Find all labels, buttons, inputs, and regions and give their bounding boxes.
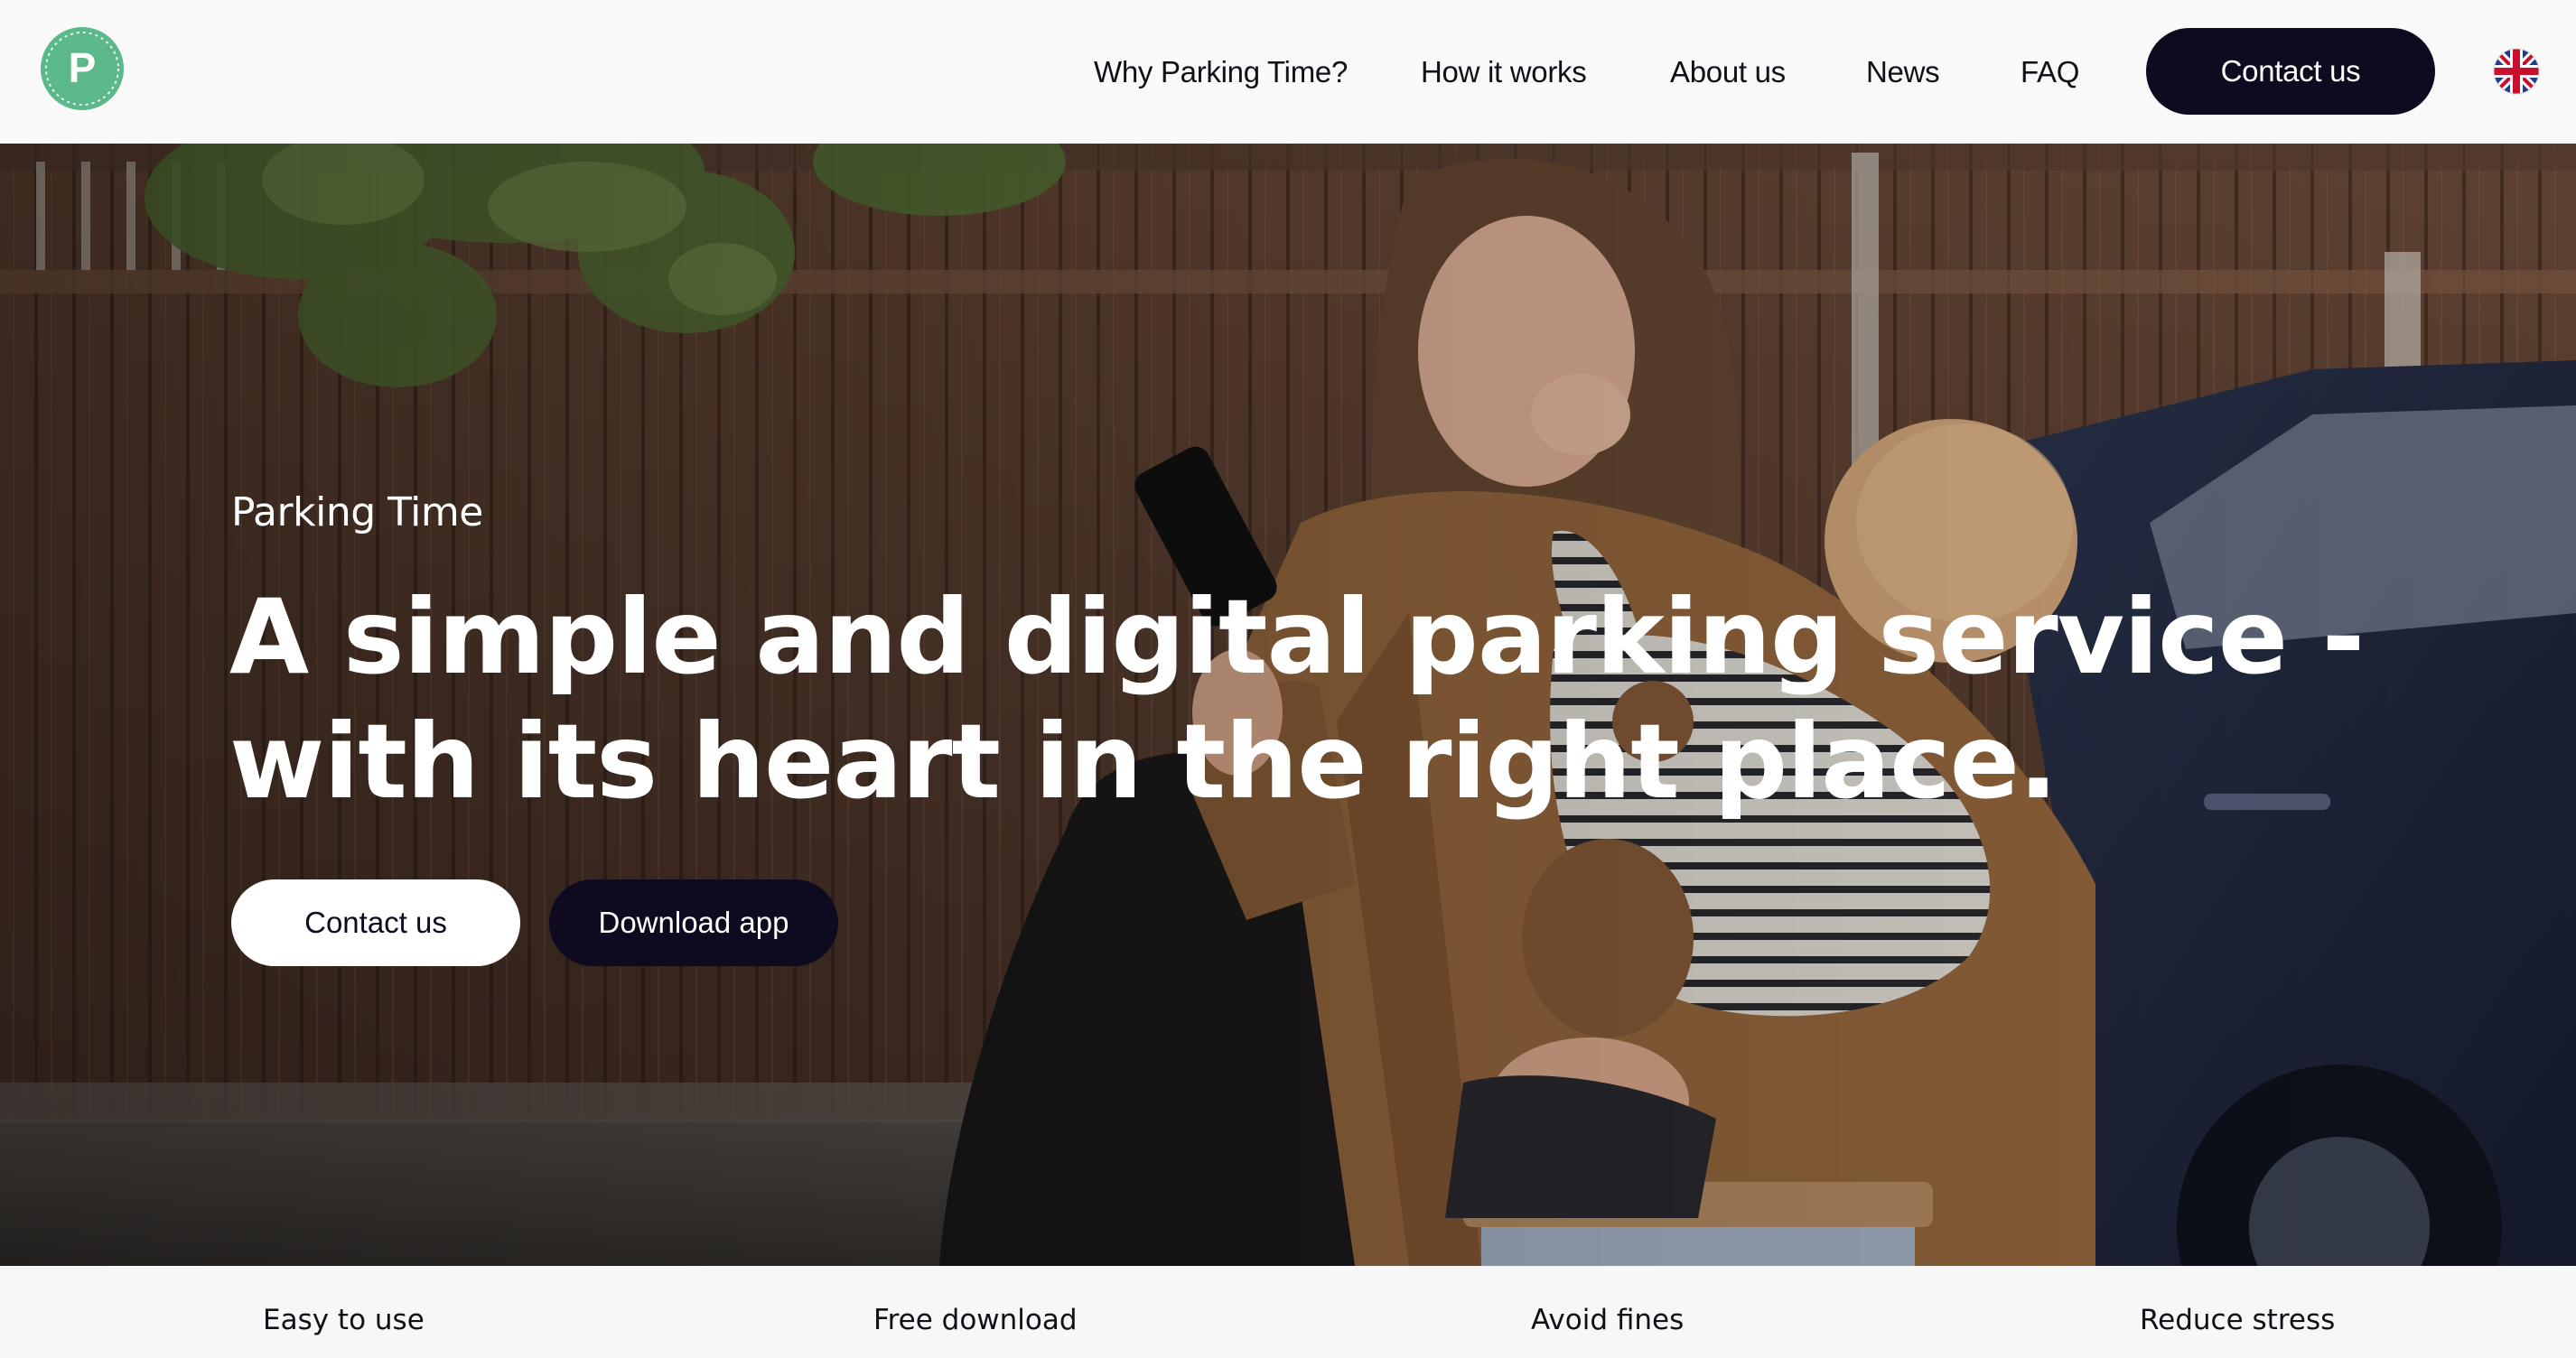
nav-about-us[interactable]: About us (1670, 52, 1786, 92)
feature-easy-to-use: Easy to use (263, 1304, 425, 1336)
header-contact-button[interactable]: Contact us (2146, 28, 2435, 115)
hero-title-line-2: with its heart in the right place. (229, 702, 2058, 822)
feature-free-download: Free download (873, 1304, 1078, 1336)
logo-letter: P (69, 44, 97, 91)
site-header: P Why Parking Time? How it works About u… (0, 0, 2576, 144)
uk-flag-icon[interactable] (2493, 48, 2540, 95)
hero-download-app-button[interactable]: Download app (549, 879, 838, 966)
feature-avoid-fines: Avoid fines (1531, 1304, 1685, 1336)
nav-how-it-works[interactable]: How it works (1421, 52, 1587, 92)
nav-why-parking-time[interactable]: Why Parking Time? (1094, 52, 1348, 92)
nav-news[interactable]: News (1866, 52, 1940, 92)
hero-contact-button[interactable]: Contact us (231, 879, 520, 966)
nav-faq[interactable]: FAQ (2021, 52, 2079, 92)
hero-title-line-1: A simple and digital parking service - (229, 577, 2365, 697)
feature-strip: Easy to use Free download Avoid fines Re… (0, 1266, 2576, 1358)
parking-time-logo[interactable]: P (40, 26, 125, 111)
hero-title: A simple and digital parking service - w… (229, 575, 2365, 824)
feature-reduce-stress: Reduce stress (2140, 1304, 2336, 1336)
hero-eyebrow: Parking Time (231, 489, 483, 535)
hero-section: Parking Time A simple and digital parkin… (0, 144, 2576, 1266)
